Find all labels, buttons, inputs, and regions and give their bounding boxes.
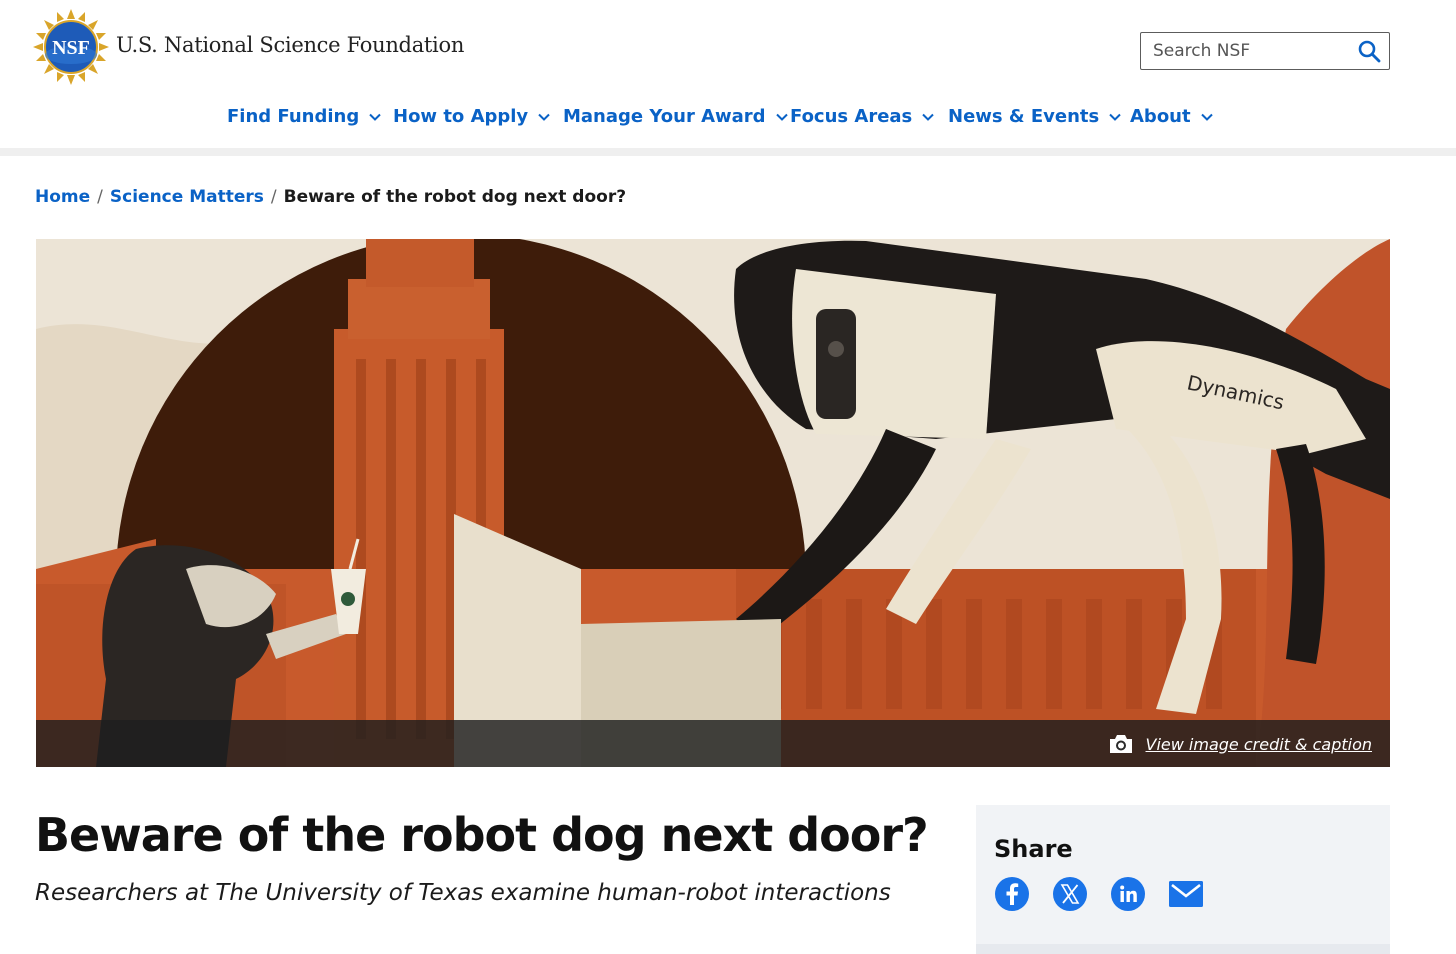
share-icons [994,876,1226,912]
nsf-logo[interactable]: NSF [32,8,110,86]
nav-label: About [1130,106,1191,127]
chevron-down-icon [922,113,934,121]
nav-label: News & Events [948,106,1100,127]
chevron-down-icon [1109,113,1121,121]
nav-how-to-apply[interactable]: How to Apply [393,106,550,127]
email-icon[interactable] [1168,876,1204,912]
breadcrumb: Home / Science Matters / Beware of the r… [35,187,626,207]
breadcrumb-home[interactable]: Home [35,187,90,207]
share-panel-bottom [976,944,1390,954]
search-input[interactable] [1153,41,1343,61]
nav-manage-your-award[interactable]: Manage Your Award [563,106,788,127]
nav-focus-areas[interactable]: Focus Areas [790,106,934,127]
view-image-credit-link[interactable]: View image credit & caption [1108,733,1372,755]
nav-label: Find Funding [227,106,360,127]
breadcrumb-separator: / [97,187,103,207]
breadcrumb-separator: / [270,187,277,207]
search-box [1140,32,1390,70]
chevron-down-icon [1200,113,1213,121]
caption-link-label: View image credit & caption [1145,734,1372,754]
site-name[interactable]: U.S. National Science Foundation [116,33,464,57]
linkedin-icon[interactable] [1110,876,1146,912]
breadcrumb-current: Beware of the robot dog next door? [283,187,627,207]
facebook-icon[interactable] [994,876,1030,912]
main-nav: Find Funding How to Apply Manage Your Aw… [0,100,1456,140]
nav-label: Manage Your Award [563,106,766,127]
nav-label: Focus Areas [790,106,913,127]
breadcrumb-science-matters[interactable]: Science Matters [110,187,264,207]
site-header: NSF U.S. National Science Foundation Fin… [0,0,1456,156]
chevron-down-icon [369,113,381,121]
nav-find-funding[interactable]: Find Funding [227,106,381,127]
nav-news-events[interactable]: News & Events [948,106,1121,127]
hero-illustration: Dynamics [36,239,1390,767]
logo-text: NSF [52,37,90,59]
caption-bar: View image credit & caption [36,720,1390,767]
x-icon[interactable] [1052,876,1088,912]
hero-image: Dynamics View image credit & caption [36,239,1390,767]
nav-divider [0,148,1456,156]
nav-about[interactable]: About [1130,106,1213,127]
chevron-down-icon [775,113,788,121]
share-panel: Share [976,805,1390,954]
nav-label: How to Apply [393,106,529,127]
chevron-down-icon [538,113,550,121]
article-subtitle: Researchers at The University of Texas e… [35,880,891,906]
article-title: Beware of the robot dog next door? [35,808,929,862]
share-title: Share [994,835,1073,863]
camera-icon [1109,735,1132,753]
search-icon[interactable] [1357,39,1381,63]
